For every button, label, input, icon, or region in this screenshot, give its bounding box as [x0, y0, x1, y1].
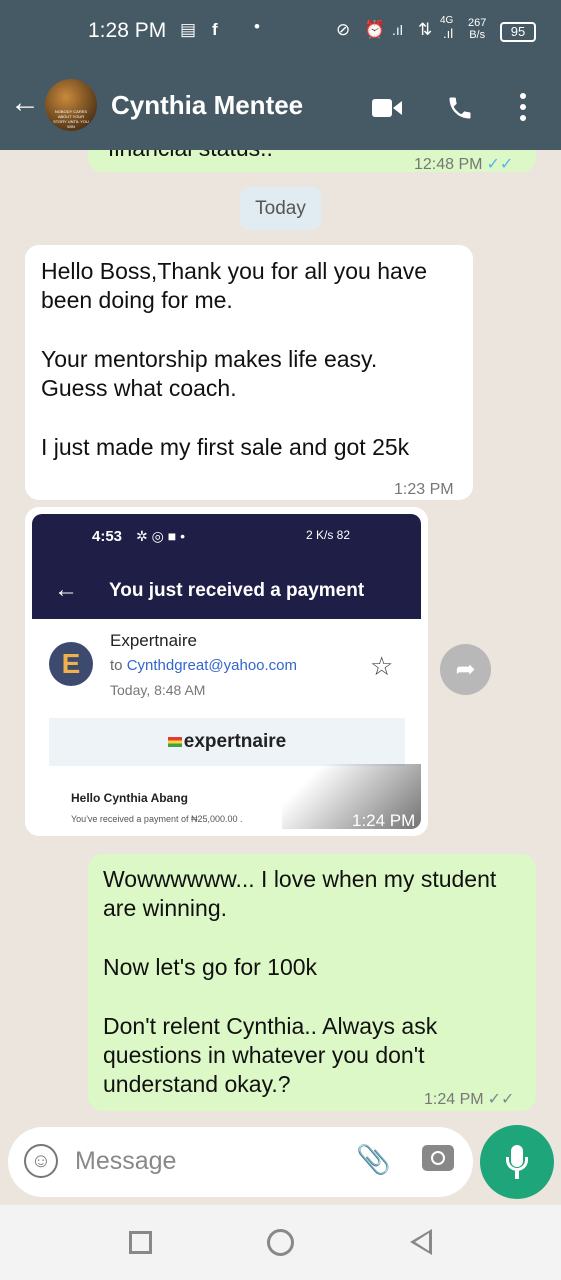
message-paragraph: Hello Boss,Thank you for all you have be… [41, 258, 428, 313]
mute-icon: ⊘ [336, 20, 351, 39]
payment-screenshot[interactable]: 4:53 ✲ ◎ ■ • 2 K/s 82 ← You just receive… [32, 514, 421, 829]
message-time: 12:48 PM ✓✓ [414, 156, 514, 173]
attachment-icon[interactable]: 📎 [356, 1143, 391, 1176]
message-bubble-incoming[interactable]: Hello Boss,Thank you for all you have be… [25, 245, 473, 500]
signal-icon: .ıl [392, 22, 403, 38]
message-paragraph: I just made my first sale and got 25k [41, 434, 410, 460]
brand-banner: expertnaire [49, 718, 405, 766]
screenshot-back-arrow-icon: ← [54, 576, 78, 603]
back-button[interactable] [410, 1229, 432, 1255]
emoji-icon[interactable]: ☺ [24, 1144, 58, 1178]
read-ticks-icon: ✓✓ [486, 156, 514, 173]
status-time: 1:28 PM [88, 19, 167, 42]
message-time: 1:24 PM ✓✓ [424, 1091, 515, 1108]
message-time: 1:24 PM [352, 811, 416, 829]
brand-name: expertnaire [183, 731, 287, 752]
chat-header: ← NOBODY CARES ABOUT YOUR STORY UNTIL YO… [0, 64, 561, 150]
sender-logo: E [49, 642, 93, 686]
voice-record-button[interactable] [480, 1125, 554, 1199]
recent-apps-button[interactable] [129, 1231, 152, 1254]
message-bubble-outgoing[interactable]: Wowwwwww... I love when my student are w… [88, 854, 536, 1111]
signal-2-icon: .ıl [443, 26, 454, 41]
top-bar: 1:28 PM ▤ f • ⊘ ⏰ .ıl ⇅ 4G .ıl 267 B/s 9… [0, 0, 561, 150]
contact-name[interactable]: Cynthia Mentee [111, 90, 303, 121]
message-bubble-previous[interactable]: financial status.. 12:48 PM✓✓ [88, 150, 536, 173]
screenshot-recipient: to Cynthdgreat@yahoo.com [110, 657, 298, 674]
more-notifications-dot-icon: • [254, 17, 260, 36]
system-nav-bar [0, 1205, 561, 1280]
screenshot-status-icons: ✲ ◎ ■ • [136, 528, 185, 544]
screenshot-greeting: Hello Cynthia Abang [71, 791, 188, 805]
brand-stripe-icon [167, 736, 182, 747]
message-paragraph: Wowwwwww... I love when my student are w… [103, 866, 497, 921]
screenshot-email: Cynthdgreat@yahoo.com [126, 657, 298, 674]
data-transfer-icon: ⇅ [418, 20, 433, 39]
chat-area[interactable]: financial status.. 12:48 PM✓✓ Today Hell… [0, 150, 561, 1122]
image-message[interactable]: 4:53 ✲ ◎ ■ • 2 K/s 82 ← You just receive… [25, 507, 428, 836]
notification-message-icon: ▤ [180, 20, 197, 39]
battery-level: 95 [500, 22, 536, 42]
screenshot-app-bar: 4:53 ✲ ◎ ■ • 2 K/s 82 ← You just receive… [32, 514, 421, 619]
screenshot-received-time: Today, 8:48 AM [110, 682, 206, 698]
date-chip: Today [240, 187, 321, 230]
delivered-ticks-icon: ✓✓ [487, 1091, 515, 1108]
status-bar: 1:28 PM ▤ f • ⊘ ⏰ .ıl ⇅ 4G .ıl 267 B/s 9… [0, 0, 561, 64]
star-icon: ☆ [370, 651, 394, 681]
back-arrow-icon[interactable]: ← [10, 86, 40, 120]
avatar-caption: NOBODY CARES ABOUT YOUR STORY UNTIL YOU … [53, 109, 89, 129]
net-speed: 267 B/s [468, 17, 486, 41]
facebook-icon: f [212, 20, 218, 39]
net-speed-value: 267 [468, 17, 487, 29]
more-options-icon[interactable] [518, 92, 528, 127]
video-call-icon[interactable] [372, 98, 402, 123]
net-speed-unit: B/s [469, 29, 486, 41]
screenshot-title: You just received a payment [109, 580, 365, 601]
alarm-icon: ⏰ [364, 20, 386, 39]
screenshot-payment-line: You've received a payment of ₦25,000.00 … [71, 814, 243, 824]
message-paragraph: Now let's go for 100k [103, 954, 318, 980]
forward-icon[interactable]: ➦ [440, 644, 491, 695]
home-button[interactable] [267, 1229, 294, 1256]
message-composer[interactable]: ☺ Message 📎 [8, 1127, 473, 1197]
message-input[interactable]: Message [75, 1147, 176, 1176]
camera-icon[interactable] [422, 1145, 454, 1171]
avatar[interactable]: NOBODY CARES ABOUT YOUR STORY UNTIL YOU … [45, 79, 97, 131]
screenshot-phone-time: 4:53 [92, 528, 123, 545]
message-paragraph: Your mentorship makes life easy. Guess w… [41, 346, 378, 401]
message-text: financial status.. [108, 150, 273, 163]
message-time: 1:23 PM [394, 481, 454, 498]
screenshot-sender: Expertnaire [110, 631, 197, 650]
network-type-4g: 4G [440, 15, 454, 26]
screenshot-phone-status: 2 K/s 82 [306, 528, 351, 542]
voice-call-icon[interactable] [446, 94, 474, 127]
